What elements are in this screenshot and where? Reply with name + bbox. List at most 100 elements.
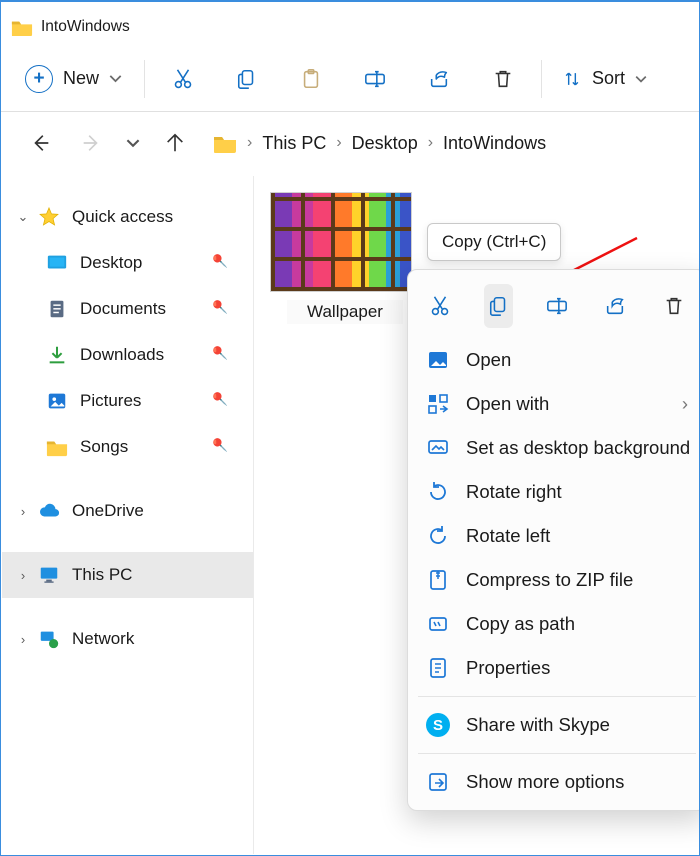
label: Songs — [80, 437, 128, 457]
sidebar-item-downloads[interactable]: Downloads 📍 — [2, 332, 253, 378]
new-button[interactable]: + New — [19, 56, 138, 102]
sort-button[interactable]: Sort — [548, 56, 661, 102]
chevron-right-icon: › — [16, 632, 30, 647]
share-icon — [604, 295, 626, 317]
back-button[interactable] — [19, 121, 63, 165]
forward-button[interactable] — [69, 121, 113, 165]
ctx-rotate-left[interactable]: Rotate left — [408, 514, 700, 558]
label: Properties — [466, 657, 550, 679]
crumb-desktop[interactable]: Desktop — [352, 133, 418, 154]
delete-button[interactable] — [471, 56, 535, 102]
label: Documents — [80, 299, 166, 319]
sidebar-quick-access[interactable]: ⌄ Quick access — [2, 194, 253, 240]
chevron-right-icon: › — [247, 134, 252, 152]
rotate-right-icon — [426, 480, 450, 504]
ctx-rename-button[interactable] — [543, 284, 571, 328]
chevron-right-icon: › — [682, 393, 688, 415]
sort-label: Sort — [592, 68, 625, 89]
crumb-intowindows[interactable]: IntoWindows — [443, 133, 546, 154]
file-explorer-window: IntoWindows + New Sort — [0, 0, 700, 856]
folder-icon — [46, 436, 68, 458]
label: Rotate left — [466, 525, 550, 547]
openwith-icon — [426, 392, 450, 416]
chevron-down-icon — [109, 72, 122, 85]
label: Open — [466, 349, 511, 371]
pin-icon: 📍 — [207, 294, 235, 322]
copy-button[interactable] — [215, 56, 279, 102]
pictures-icon — [46, 390, 68, 412]
paste-icon — [300, 68, 322, 90]
share-button[interactable] — [407, 56, 471, 102]
sidebar-item-documents[interactable]: Documents 📍 — [2, 286, 253, 332]
label: Downloads — [80, 345, 164, 365]
rename-icon — [364, 68, 386, 90]
desktop-icon — [46, 252, 68, 274]
delete-icon — [492, 68, 514, 90]
zip-icon — [426, 568, 450, 592]
up-button[interactable] — [153, 121, 197, 165]
documents-icon — [46, 298, 68, 320]
monitor-icon — [38, 564, 60, 586]
chevron-right-icon: › — [16, 568, 30, 583]
context-menu-separator — [418, 753, 696, 754]
sidebar-item-pictures[interactable]: Pictures 📍 — [2, 378, 253, 424]
ctx-cut-button[interactable] — [426, 284, 454, 328]
window-icon — [11, 18, 33, 36]
title-bar: IntoWindows — [1, 2, 699, 46]
pin-icon: 📍 — [207, 432, 235, 460]
network-icon — [38, 628, 60, 650]
recent-button[interactable] — [119, 121, 147, 165]
label: Quick access — [72, 207, 173, 227]
label: OneDrive — [72, 501, 144, 521]
ctx-show-more-options[interactable]: Show more options — [408, 760, 700, 804]
paste-button[interactable] — [279, 56, 343, 102]
ctx-open-with[interactable]: Open with › — [408, 382, 700, 426]
ctx-copy-as-path[interactable]: Copy as path — [408, 602, 700, 646]
ctx-copy-button[interactable] — [484, 284, 512, 328]
context-menu-icon-row — [408, 278, 700, 338]
cut-icon — [172, 68, 194, 90]
cut-button[interactable] — [151, 56, 215, 102]
ctx-compress-zip[interactable]: Compress to ZIP file — [408, 558, 700, 602]
rename-button[interactable] — [343, 56, 407, 102]
label: This PC — [72, 565, 132, 585]
file-name: Wallpaper — [287, 300, 403, 324]
photo-icon — [426, 348, 450, 372]
crumb-this-pc[interactable]: This PC — [262, 133, 326, 154]
ctx-properties[interactable]: Properties — [408, 646, 700, 690]
tooltip-copy: Copy (Ctrl+C) — [427, 223, 561, 261]
ctx-delete-button[interactable] — [660, 284, 688, 328]
label: Open with — [466, 393, 549, 415]
label: Compress to ZIP file — [466, 569, 633, 591]
sort-icon — [562, 69, 582, 89]
monitor-icon — [426, 436, 450, 460]
pin-icon: 📍 — [207, 386, 235, 414]
sidebar: ⌄ Quick access Desktop 📍 Documents 📍 Dow… — [2, 176, 254, 854]
ctx-share-button[interactable] — [601, 284, 629, 328]
cloud-icon — [38, 500, 60, 522]
sidebar-this-pc[interactable]: › This PC — [2, 552, 253, 598]
sidebar-network[interactable]: › Network — [2, 616, 253, 662]
label: Share with Skype — [466, 714, 610, 736]
copy-icon — [488, 295, 510, 317]
window-title: IntoWindows — [41, 18, 130, 36]
chevron-right-icon: › — [336, 134, 341, 152]
ctx-set-background[interactable]: Set as desktop background — [408, 426, 700, 470]
sidebar-item-songs[interactable]: Songs 📍 — [2, 424, 253, 470]
pin-icon: 📍 — [207, 248, 235, 276]
skype-icon: S — [426, 713, 450, 737]
ctx-share-skype[interactable]: S Share with Skype — [408, 703, 700, 747]
sidebar-item-desktop[interactable]: Desktop 📍 — [2, 240, 253, 286]
delete-icon — [663, 295, 685, 317]
sidebar-onedrive[interactable]: › OneDrive — [2, 488, 253, 534]
breadcrumb[interactable]: › This PC › Desktop › IntoWindows — [213, 133, 546, 154]
ctx-open[interactable]: Open — [408, 338, 700, 382]
context-menu: Open Open with › Set as desktop backgrou… — [407, 269, 700, 811]
label: Desktop — [80, 253, 142, 273]
label: Set as desktop background — [466, 437, 690, 459]
label: Copy as path — [466, 613, 575, 635]
file-item-wallpaper[interactable]: Wallpaper — [270, 192, 420, 324]
ctx-rotate-right[interactable]: Rotate right — [408, 470, 700, 514]
arrow-up-icon — [164, 132, 186, 154]
toolbar-separator — [541, 60, 542, 98]
